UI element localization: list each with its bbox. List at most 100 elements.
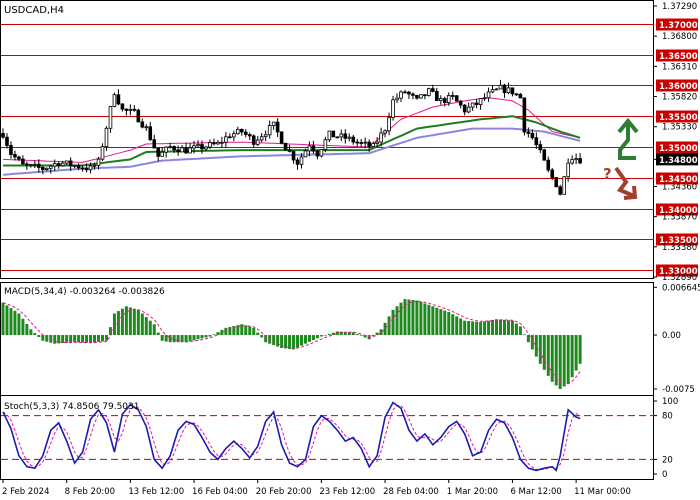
- candle-body: [530, 133, 535, 139]
- candle-body: [486, 91, 491, 99]
- macd-bar: [303, 335, 307, 344]
- macd-bar: [17, 313, 21, 336]
- candle-body: [490, 89, 495, 93]
- macd-bar: [562, 335, 566, 387]
- candle-body: [474, 102, 479, 106]
- macd-bar: [272, 335, 276, 346]
- candle-body: [359, 142, 363, 144]
- macd-bar: [530, 335, 534, 350]
- macd-bar: [192, 335, 196, 341]
- macd-bar: [128, 307, 132, 336]
- macd-bar: [355, 333, 359, 336]
- candle-body: [247, 134, 252, 137]
- macd-bar: [459, 318, 463, 336]
- candle-body: [291, 150, 296, 161]
- macd-bar: [260, 335, 264, 338]
- candle-body: [52, 163, 57, 167]
- time-tick-label: 2 Feb 2024: [2, 487, 50, 497]
- price-tick-label: 1.32890: [662, 273, 697, 283]
- macd-bar: [220, 330, 224, 336]
- macd-bar: [315, 335, 319, 339]
- macd-bar: [13, 310, 17, 336]
- macd-bar: [423, 303, 427, 336]
- macd-bar: [276, 335, 280, 347]
- macd-bar: [395, 306, 399, 336]
- candle-body: [411, 93, 415, 96]
- macd-tick-label: 0.00: [662, 331, 681, 341]
- candle-body: [267, 125, 272, 136]
- macd-bar: [443, 310, 447, 336]
- candle-body: [466, 106, 471, 113]
- macd-bar: [522, 334, 526, 336]
- candle-body: [68, 160, 73, 167]
- macd-bar: [427, 304, 431, 336]
- macd-bar: [435, 307, 439, 336]
- candle-body: [188, 147, 192, 154]
- candle-body: [554, 177, 559, 188]
- macd-bar: [327, 333, 331, 336]
- macd-bar: [538, 335, 542, 364]
- level-label: 1.36500: [659, 52, 698, 62]
- time-axis: 2 Feb 2024 8 Feb 20:00 13 Feb 12:00 16 Feb …: [2, 479, 631, 497]
- macd-bar: [144, 317, 148, 336]
- candle-body: [335, 136, 340, 139]
- candle-body: [144, 126, 149, 129]
- macd-bar: [200, 335, 204, 339]
- macd-bar: [292, 335, 296, 350]
- candle-body: [570, 159, 574, 164]
- stoch-tick-label: 80: [662, 412, 673, 422]
- macd-bar: [124, 306, 128, 336]
- candle-body: [200, 144, 204, 150]
- macd-bar: [248, 326, 252, 336]
- price-tick-label: 1.36800: [662, 32, 697, 42]
- macd-bar: [495, 319, 499, 336]
- time-tick-label: 6 Mar 12:00: [510, 487, 561, 497]
- macd-bar: [89, 335, 93, 343]
- macd-bar: [1, 302, 5, 336]
- macd-bar: [483, 321, 487, 336]
- macd-bar: [228, 326, 232, 336]
- macd-bar: [73, 335, 77, 343]
- macd-bar: [411, 300, 415, 336]
- candle-body: [363, 141, 367, 144]
- candle-body: [562, 176, 566, 195]
- candle-body: [9, 145, 13, 155]
- macd-bar: [256, 332, 260, 336]
- candle-body: [546, 159, 551, 171]
- candle-body: [347, 136, 352, 139]
- candle-body: [29, 164, 33, 166]
- macd-bar: [9, 308, 13, 336]
- macd-tick-label: -0.0075: [662, 385, 695, 395]
- macd-bar: [29, 329, 33, 336]
- candle-body: [88, 165, 93, 171]
- candle-body: [395, 97, 399, 101]
- candle-body: [275, 121, 280, 133]
- macd-bar: [570, 335, 574, 378]
- macd-bar: [419, 301, 423, 336]
- macd-bar: [77, 335, 81, 343]
- candle-body: [303, 150, 308, 158]
- candle-body: [431, 88, 435, 92]
- macd-bar: [455, 316, 459, 336]
- question-mark: ?: [603, 165, 612, 183]
- price-tick-label: 1.36310: [662, 62, 697, 72]
- level-label: 1.35000: [659, 144, 698, 154]
- candle-body: [84, 167, 89, 171]
- price-tick-label: 1.33870: [662, 213, 697, 223]
- candle-body: [164, 146, 168, 153]
- macd-bar: [534, 335, 538, 357]
- candle-body: [1, 133, 5, 138]
- candle-body: [100, 146, 105, 160]
- time-tick-label: 16 Feb 04:00: [192, 487, 248, 497]
- candle-body: [287, 149, 292, 152]
- candle-body: [279, 131, 284, 144]
- symbol-label: USDCAD,H4: [4, 5, 64, 16]
- candle-body: [578, 158, 582, 164]
- candle-body: [140, 121, 145, 128]
- candle-body: [116, 94, 121, 105]
- candle-body: [176, 149, 180, 153]
- candle-body: [371, 143, 375, 147]
- macd-bar: [518, 326, 522, 336]
- candle-body: [108, 106, 113, 129]
- candle-body: [311, 145, 316, 152]
